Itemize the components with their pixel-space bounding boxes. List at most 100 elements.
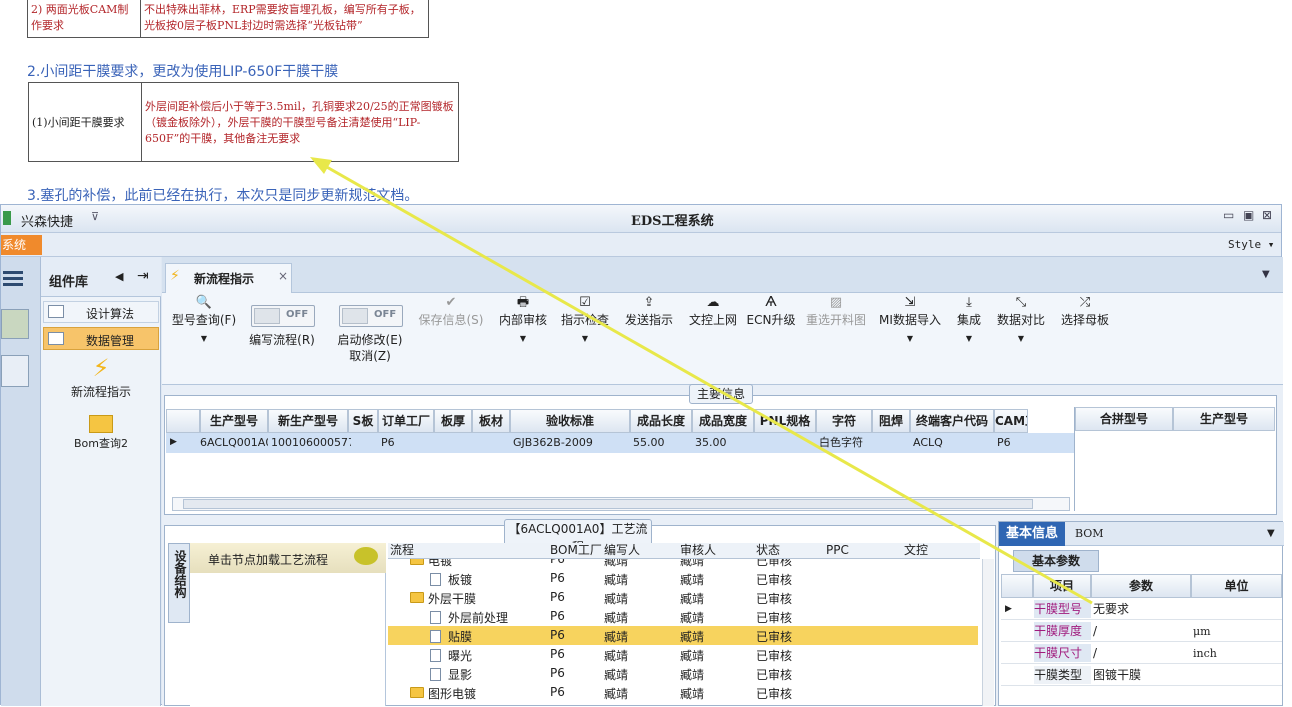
process-cell: P6 (550, 590, 565, 604)
tab-basic-info[interactable]: 基本信息 (999, 522, 1065, 546)
main-info-column-header[interactable]: S板 (348, 409, 378, 433)
process-column-header[interactable]: BOM工厂 (550, 541, 602, 559)
main-info-cell[interactable]: P6 (997, 434, 1031, 452)
tab-new-flow[interactable]: ⚡ 新流程指示 × (165, 263, 292, 293)
process-column-header[interactable]: 审核人 (680, 541, 716, 559)
basic-value[interactable]: / (1093, 644, 1189, 662)
integrate-button[interactable]: ⤓ 集成 ▼ (952, 295, 986, 343)
cancel-button[interactable]: 取消(Z) (330, 347, 410, 364)
process-column-header[interactable]: 文控 (904, 541, 928, 559)
scroll-thumb[interactable] (183, 499, 1033, 509)
main-info-column-header[interactable]: 订单工厂 (378, 409, 434, 433)
mother-label: 选择母板 (1060, 313, 1109, 327)
write-flow-button[interactable]: 编写流程(R) (244, 331, 320, 348)
main-info-cell[interactable]: ACLQ (913, 434, 997, 452)
style-menu[interactable]: Style ▾ (1228, 238, 1274, 251)
main-info-column-header[interactable]: PNL规格 (754, 409, 816, 433)
process-row[interactable]: 电镀 P6 臧靖 臧靖 已审核 (388, 559, 978, 569)
minimize-icon[interactable]: ▭ (1223, 208, 1234, 222)
start-modify-button[interactable]: 启动修改(E) (330, 331, 410, 348)
main-info-cell[interactable]: 6ACLQ001A0 (200, 434, 268, 452)
item-design-algorithm[interactable]: 设计算法 (43, 301, 159, 323)
query-button[interactable]: 🔍 型号查询(F) ▼ (168, 295, 240, 343)
main-info-column-header[interactable]: 成品长度 (630, 409, 692, 433)
upload-doc-button[interactable]: ☁ 文控上网 (684, 295, 742, 328)
process-row[interactable]: 外层前处理 P6 臧靖 臧靖 已审核 (388, 607, 978, 626)
process-column-header[interactable]: 状态 (756, 541, 780, 559)
system-menu-tab[interactable]: 系统 (1, 235, 42, 255)
tool-bom-query[interactable]: Bom查询2 (41, 409, 161, 461)
process-row[interactable]: 贴膜 P6 臧靖 臧靖 已审核 (388, 626, 978, 645)
tool-new-flow[interactable]: ⚡ 新流程指示 (41, 353, 161, 405)
send-button[interactable]: ⇪ 发送指示 (620, 295, 678, 328)
basic-column-header[interactable]: 单位 (1191, 574, 1282, 598)
compare-label: 数据对比 (996, 313, 1045, 327)
compare-button[interactable]: ⤡ 数据对比 ▼ (994, 295, 1048, 343)
process-column-header[interactable]: 流程 (390, 541, 414, 559)
basic-value[interactable]: 无要求 (1093, 600, 1189, 618)
quick-access-dropdown-icon[interactable]: ⊽ (91, 210, 99, 223)
main-info-column-header[interactable]: 生产型号 (200, 409, 268, 433)
process-scrollbar[interactable] (982, 559, 994, 706)
item-label: 数据管理 (86, 334, 135, 348)
check-instruction-button[interactable]: ☑ 指示检查 ▼ (558, 295, 612, 343)
main-info-column-header[interactable]: 字符 (816, 409, 872, 433)
upload-label: 文控上网 (688, 313, 737, 327)
window-title: EDS工程系统 (631, 214, 714, 229)
process-row[interactable]: 图形电镀 P6 臧靖 臧靖 已审核 (388, 683, 978, 702)
main-info-cell[interactable]: 白色字符 (819, 434, 875, 452)
tab-close-icon[interactable]: × (278, 269, 288, 283)
main-info-column-header[interactable]: 阻焊 (872, 409, 910, 433)
yx-tool-icon[interactable] (1, 309, 29, 339)
process-row[interactable]: 曝光 P6 臧靖 臧靖 已审核 (388, 645, 978, 664)
menu-bar: 系统 Style ▾ (1, 233, 1281, 257)
basic-column-header[interactable]: 参数 (1091, 574, 1191, 598)
mi-import-button[interactable]: ⇲ MI数据导入 ▼ (878, 295, 942, 343)
basic-column-header[interactable]: 项目 (1033, 574, 1091, 598)
menu-icon[interactable] (3, 271, 23, 274)
main-info-column-header[interactable]: 板厚 (434, 409, 472, 433)
grid-corner (166, 409, 200, 433)
main-info-scrollbar[interactable] (172, 497, 1070, 511)
main-info-cell[interactable]: P6 (381, 434, 437, 452)
main-info-column-header[interactable]: 新生产型号 (268, 409, 348, 433)
main-info-column-header[interactable]: 验收标准 (510, 409, 630, 433)
tab-list-dropdown-icon[interactable]: ▼ (1262, 269, 1270, 280)
basic-value[interactable]: 图镀干膜 (1093, 666, 1189, 684)
main-info-cell[interactable]: GJB362B-2009 (513, 434, 633, 452)
collapse-left-icon[interactable]: ◀ (115, 270, 123, 283)
basic-params-grid: 项目 参数 单位 ▶ 干膜型号 无要求 干膜厚度 / μm 干膜尺寸 / inch 干膜类型 图镀干膜 (1001, 574, 1282, 707)
basic-value[interactable]: / (1093, 622, 1189, 640)
pin-icon[interactable]: ⇥ (137, 268, 149, 284)
main-info-cell[interactable]: 55.00 (633, 434, 695, 452)
main-info-cell[interactable]: 35.00 (695, 434, 757, 452)
main-info-column-header[interactable]: 终端客户代码 (910, 409, 994, 433)
load-hint-bar[interactable]: 单击节点加载工艺流程 (190, 543, 386, 573)
start-modify-toggle[interactable]: OFF (339, 305, 403, 327)
process-row[interactable]: 板镀 P6 臧靖 臧靖 已审核 (388, 569, 978, 588)
process-row[interactable]: 外层干膜 P6 臧靖 臧靖 已审核 (388, 588, 978, 607)
calculator-icon[interactable] (1, 355, 29, 387)
process-row[interactable]: 图形电镀 P6 臧靖 臧靖 已审核 (388, 702, 978, 706)
select-mother-button[interactable]: ⤮ 选择母板 (1058, 295, 1112, 328)
close-icon[interactable]: ⊠ (1262, 208, 1272, 222)
item-data-management[interactable]: 数据管理 (43, 327, 159, 350)
main-info-column-header[interactable]: 成品宽度 (692, 409, 754, 433)
main-info-column-header[interactable]: 板材 (472, 409, 510, 433)
reselect-cut-button[interactable]: ▨ 重选开料图 (804, 295, 868, 328)
process-column-header[interactable]: PPC (826, 541, 849, 559)
bom-tab[interactable]: BOM (1075, 527, 1104, 540)
save-button[interactable]: ✔ 保存信息(S) (416, 295, 486, 328)
side-tab-structure[interactable]: 设备结构 (168, 543, 190, 623)
ecn-upgrade-button[interactable]: Ѧ ECN升级 (746, 295, 796, 328)
maximize-icon[interactable]: ▣ (1243, 208, 1254, 222)
internal-review-button[interactable]: 🖶 内部审核 ▼ (496, 295, 550, 343)
write-flow-toggle[interactable]: OFF (251, 305, 315, 327)
basic-dropdown-icon[interactable]: ▼ (1267, 528, 1275, 539)
main-info-cell[interactable]: 10010600057798 (271, 434, 351, 452)
process-column-header[interactable]: 编写人 (604, 541, 640, 559)
main-info-column-header[interactable]: CAM工 (994, 409, 1028, 433)
main-info-row[interactable]: ▶ 6ACLQ001A010010600057798 P6 GJB362B-20095… (166, 433, 1074, 453)
tab-basic-params[interactable]: 基本参数 (1013, 550, 1099, 572)
process-row[interactable]: 显影 P6 臧靖 臧靖 已审核 (388, 664, 978, 683)
